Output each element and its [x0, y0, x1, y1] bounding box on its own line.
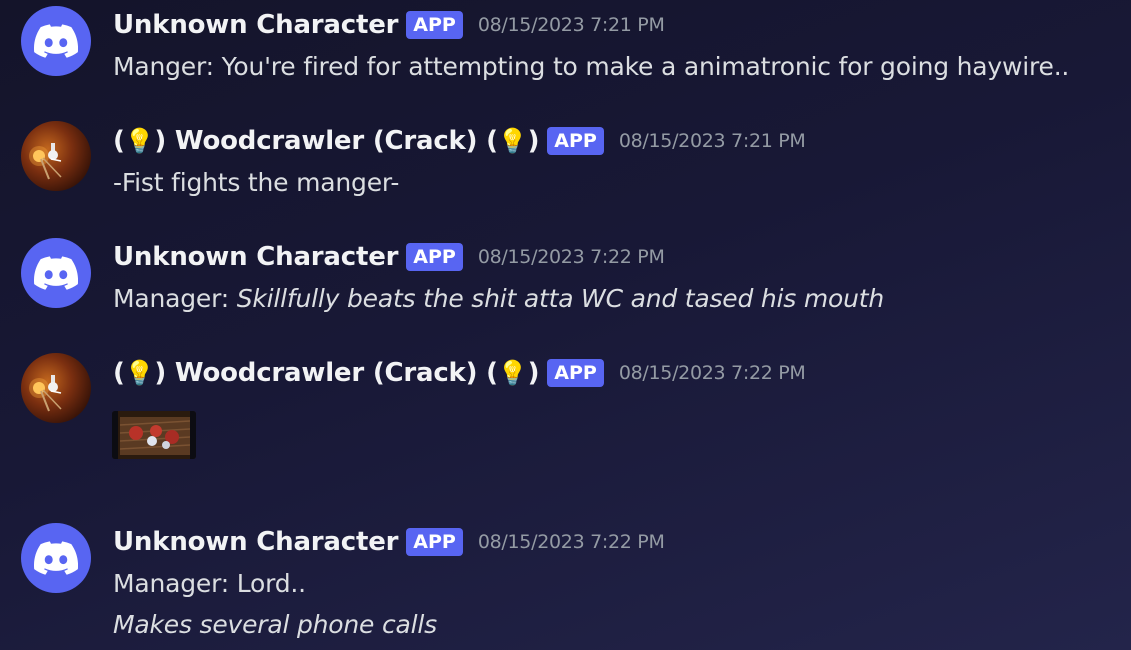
discord-avatar[interactable] [21, 238, 91, 308]
username-paren: ) [527, 126, 540, 156]
message-header: (💡) Woodcrawler (Crack) (💡) APP 08/15/20… [113, 358, 806, 388]
username-paren: ) [527, 358, 540, 388]
message-5: Unknown Character APP 08/15/2023 7:22 PM… [0, 517, 1131, 650]
timestamp[interactable]: 08/15/2023 7:22 PM [478, 246, 665, 268]
lightbulb-icon: 💡 [124, 127, 155, 155]
username[interactable]: Unknown Character [113, 527, 398, 557]
message-action: Makes several phone calls [113, 610, 437, 639]
timestamp[interactable]: 08/15/2023 7:21 PM [619, 130, 806, 152]
message-3: Unknown Character APP 08/15/2023 7:22 PM… [0, 232, 1131, 342]
discord-logo-icon [34, 256, 78, 290]
message-speaker: Manager: [113, 284, 237, 313]
discord-avatar[interactable] [21, 523, 91, 593]
username[interactable]: (💡) Woodcrawler (Crack) (💡) [113, 358, 539, 388]
username-paren: ( [113, 358, 125, 388]
woodcrawler-avatar-art [29, 375, 62, 412]
woodcrawler-avatar-art [29, 143, 62, 180]
app-badge: APP [547, 127, 604, 155]
message-content: -Fist fights the manger- [113, 168, 400, 197]
lightbulb-icon: 💡 [124, 359, 155, 387]
app-badge: APP [406, 528, 463, 556]
woodcrawler-avatar[interactable] [21, 353, 91, 423]
username[interactable]: Unknown Character [113, 242, 398, 272]
timestamp[interactable]: 08/15/2023 7:21 PM [478, 14, 665, 36]
lightbulb-icon: 💡 [497, 127, 528, 155]
message-action: Skillfully beats the shit atta WC and ta… [236, 284, 885, 313]
message-text: -Fist fights the manger- [113, 168, 399, 197]
message-text: Manager: Lord.. [113, 569, 306, 598]
username[interactable]: Unknown Character [113, 10, 398, 40]
message-header: (💡) Woodcrawler (Crack) (💡) APP 08/15/20… [113, 126, 806, 156]
message-text: Manger: You're fired for attempting to m… [113, 52, 1069, 81]
discord-avatar[interactable] [21, 6, 91, 76]
message-header: Unknown Character APP 08/15/2023 7:22 PM [113, 527, 665, 557]
message-content: Manager: Lord.. [113, 569, 306, 598]
woodcrawler-avatar[interactable] [21, 121, 91, 191]
timestamp[interactable]: 08/15/2023 7:22 PM [619, 362, 806, 384]
app-badge: APP [406, 243, 463, 271]
lightbulb-icon: 💡 [497, 359, 528, 387]
username-text: ) Woodcrawler (Crack) ( [154, 358, 498, 388]
username[interactable]: (💡) Woodcrawler (Crack) (💡) [113, 126, 539, 156]
discord-logo-icon [34, 541, 78, 575]
app-badge: APP [406, 11, 463, 39]
message-1: Unknown Character APP 08/15/2023 7:21 PM… [0, 0, 1131, 110]
message-4: (💡) Woodcrawler (Crack) (💡) APP 08/15/20… [0, 348, 1131, 459]
message-text-2: Makes several phone calls [113, 610, 437, 639]
timestamp[interactable]: 08/15/2023 7:22 PM [478, 531, 665, 553]
message-content: Manger: You're fired for attempting to m… [113, 52, 1070, 81]
username-paren: ( [113, 126, 125, 156]
message-header: Unknown Character APP 08/15/2023 7:22 PM [113, 242, 665, 272]
message-header: Unknown Character APP 08/15/2023 7:21 PM [113, 10, 665, 40]
attachment-image-art [112, 411, 196, 459]
username-text: ) Woodcrawler (Crack) ( [154, 126, 498, 156]
app-badge: APP [547, 359, 604, 387]
message-2: (💡) Woodcrawler (Crack) (💡) APP 08/15/20… [0, 116, 1131, 226]
image-attachment[interactable] [112, 411, 196, 459]
discord-logo-icon [34, 24, 78, 58]
message-text: Manager: Skillfully beats the shit atta … [113, 284, 884, 313]
